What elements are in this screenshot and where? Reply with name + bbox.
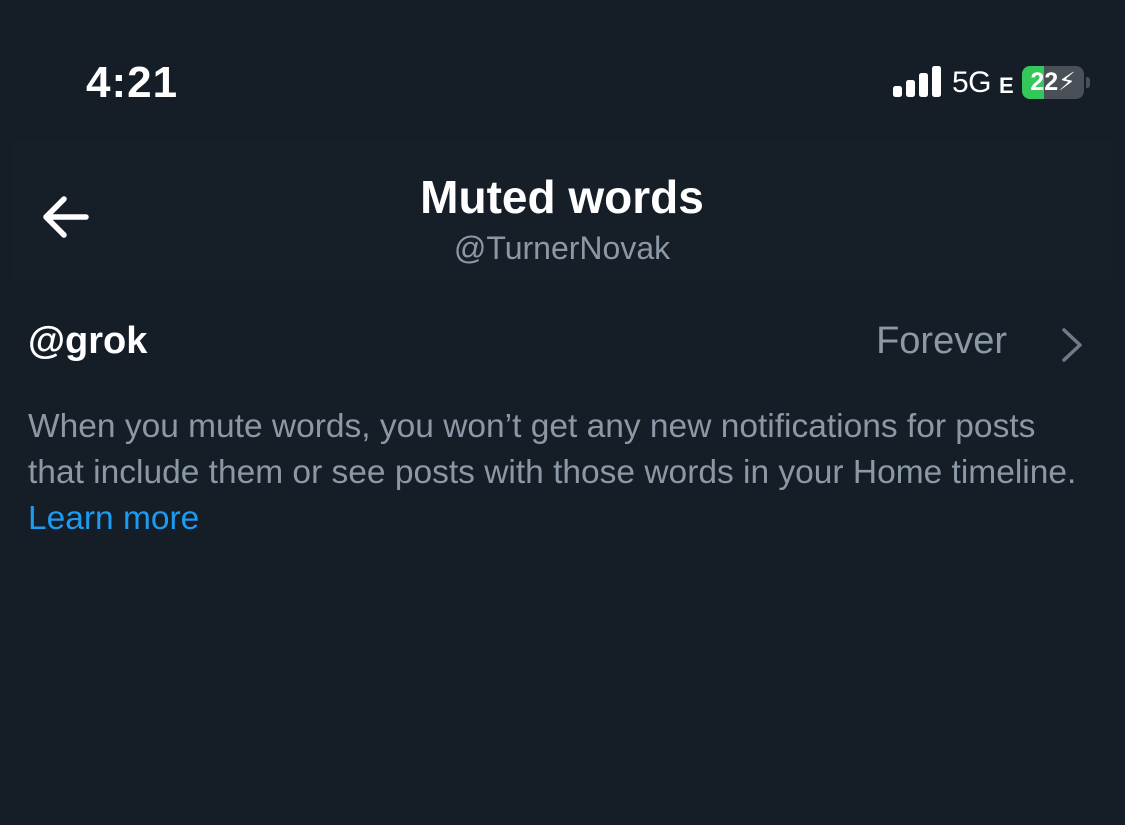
battery-cap: [1086, 77, 1090, 88]
cellular-signal-icon: [893, 66, 941, 97]
network-type-label: 5G: [952, 66, 992, 99]
status-time: 4:21: [86, 58, 179, 107]
charging-bolt-icon: ⚡: [1058, 68, 1076, 96]
status-bar: 4:21 5G E 22⚡: [0, 0, 1125, 140]
account-handle: @TurnerNovak: [453, 230, 671, 266]
mute-duration-label: Forever: [876, 320, 1007, 362]
muted-word-label: @grok: [28, 320, 148, 362]
page-title: Muted words: [420, 171, 704, 223]
chevron-right-icon: [1062, 328, 1082, 362]
muted-words-screen: 4:21 5G E 22⚡ Muted words @TurnerNovak @…: [0, 0, 1125, 825]
learn-more-link[interactable]: Learn more: [28, 500, 199, 537]
muted-words-info: When you mute words, you won’t get any n…: [28, 404, 1088, 542]
info-description: When you mute words, you won’t get any n…: [28, 408, 1077, 491]
network-secondary-label: E: [999, 73, 1014, 98]
battery-icon: 22⚡: [1022, 66, 1084, 99]
battery-percent: 22⚡: [1030, 68, 1076, 96]
page-header: Muted words @TurnerNovak: [12, 140, 1112, 285]
muted-word-row[interactable]: @grok Forever: [0, 300, 1125, 386]
